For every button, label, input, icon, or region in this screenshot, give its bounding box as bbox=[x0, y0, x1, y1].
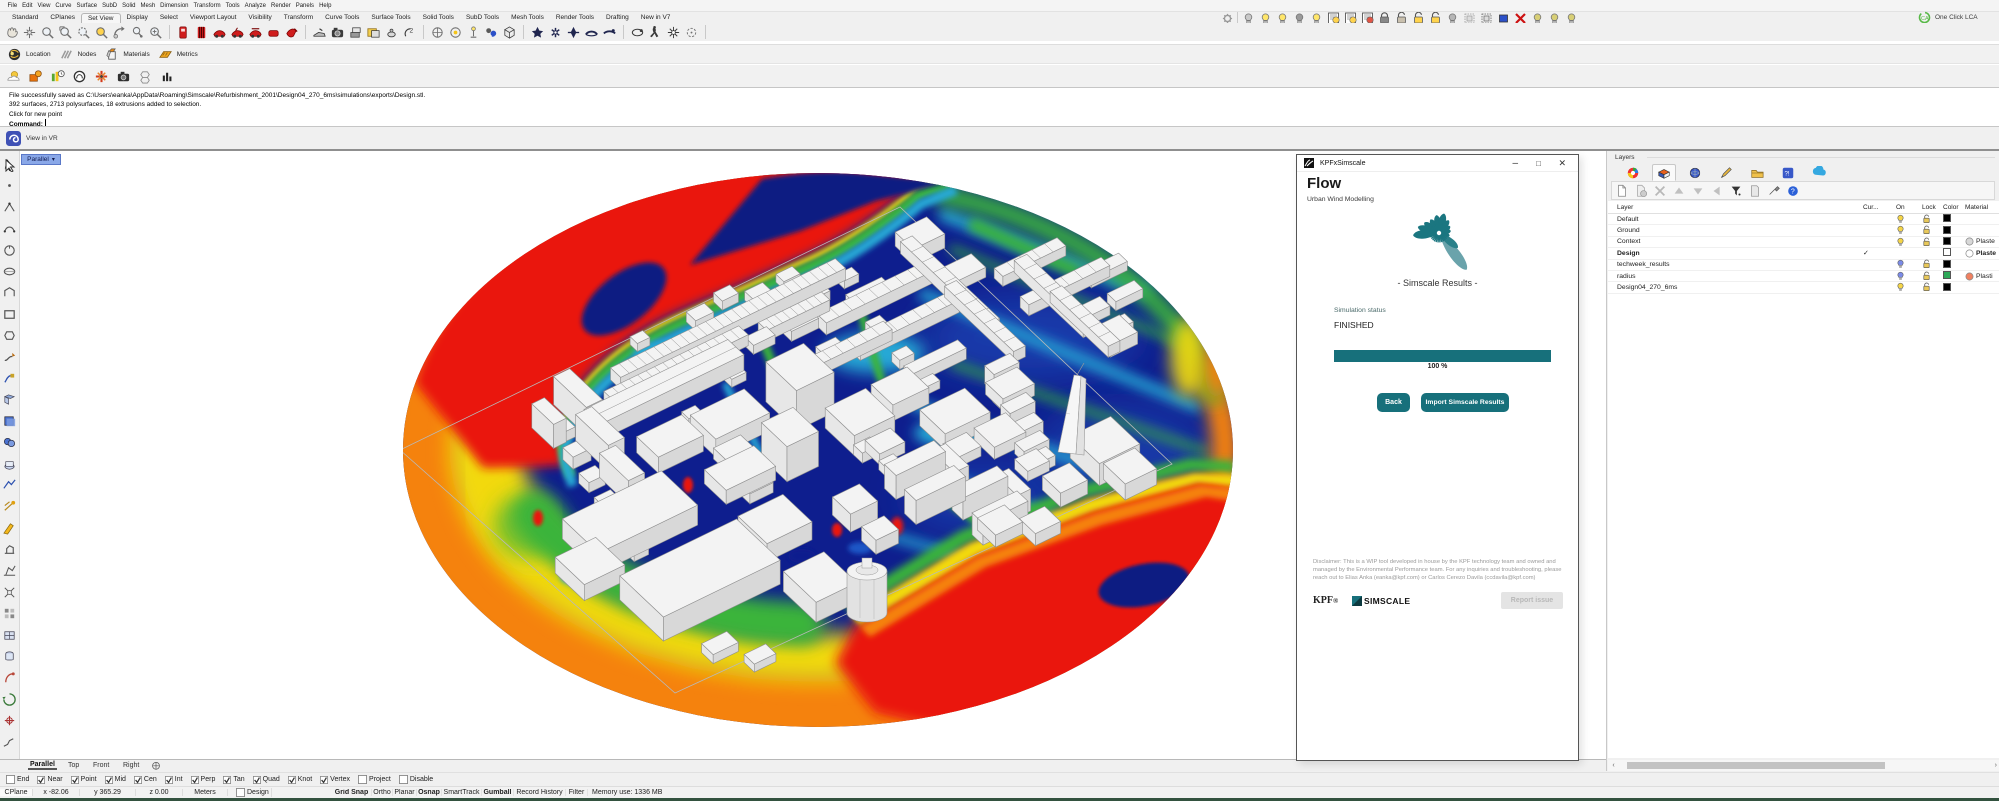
svg-text:?!: ?! bbox=[1785, 170, 1790, 177]
svg-text:?: ? bbox=[1791, 188, 1795, 195]
svg-text:CA: CA bbox=[1921, 16, 1929, 22]
svg-text:2: 2 bbox=[410, 27, 414, 34]
svg-text:2: 2 bbox=[492, 33, 495, 39]
